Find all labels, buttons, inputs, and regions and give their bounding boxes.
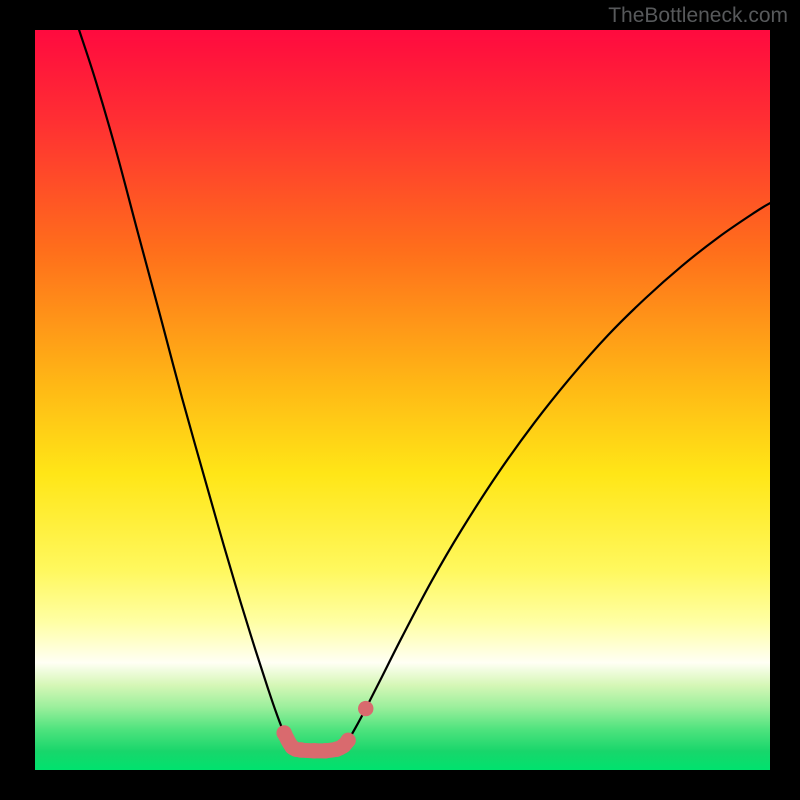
marker-dot [293,742,308,757]
plot-area [35,30,770,770]
marker-dot [358,701,373,716]
watermark-text: TheBottleneck.com [608,4,788,28]
marker-dot [276,725,291,740]
chart-stage: TheBottleneck.com [0,0,800,800]
bottleneck-chart [0,0,800,800]
marker-dot [340,733,355,748]
